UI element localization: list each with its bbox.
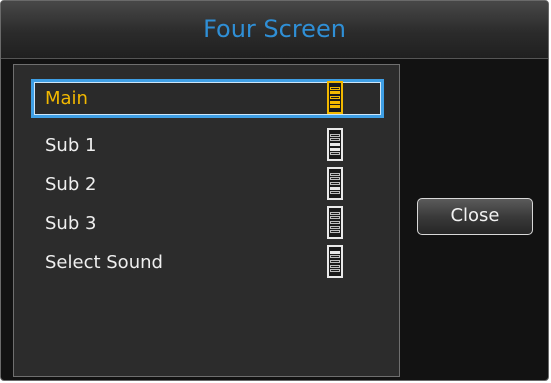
close-button[interactable]: Close bbox=[417, 198, 533, 235]
menu-list-panel: Main Sub 1 Sub 2 Sub 3 Select Sound bbox=[13, 64, 400, 377]
menu-item-select-sound[interactable]: Select Sound bbox=[31, 243, 384, 282]
dialog-title: Four Screen bbox=[203, 15, 346, 43]
segmented-level-icon bbox=[327, 128, 343, 161]
segmented-level-icon bbox=[327, 245, 343, 278]
segmented-level-icon bbox=[327, 81, 343, 114]
menu-item-label: Select Sound bbox=[45, 252, 163, 273]
menu-item-sub-1[interactable]: Sub 1 bbox=[31, 126, 384, 165]
menu-item-sub-3[interactable]: Sub 3 bbox=[31, 204, 384, 243]
menu-item-main[interactable]: Main bbox=[31, 79, 384, 118]
four-screen-dialog: Four Screen Main Sub 1 Sub 2 Sub 3 Selec… bbox=[0, 0, 549, 381]
dialog-titlebar: Four Screen bbox=[1, 1, 548, 59]
menu-item-label: Sub 3 bbox=[45, 213, 97, 234]
menu-item-sub-2[interactable]: Sub 2 bbox=[31, 165, 384, 204]
menu-item-label: Main bbox=[45, 88, 88, 109]
menu-item-label: Sub 1 bbox=[45, 135, 97, 156]
segmented-level-icon bbox=[327, 206, 343, 239]
segmented-level-icon bbox=[327, 167, 343, 200]
menu-item-label: Sub 2 bbox=[45, 174, 97, 195]
